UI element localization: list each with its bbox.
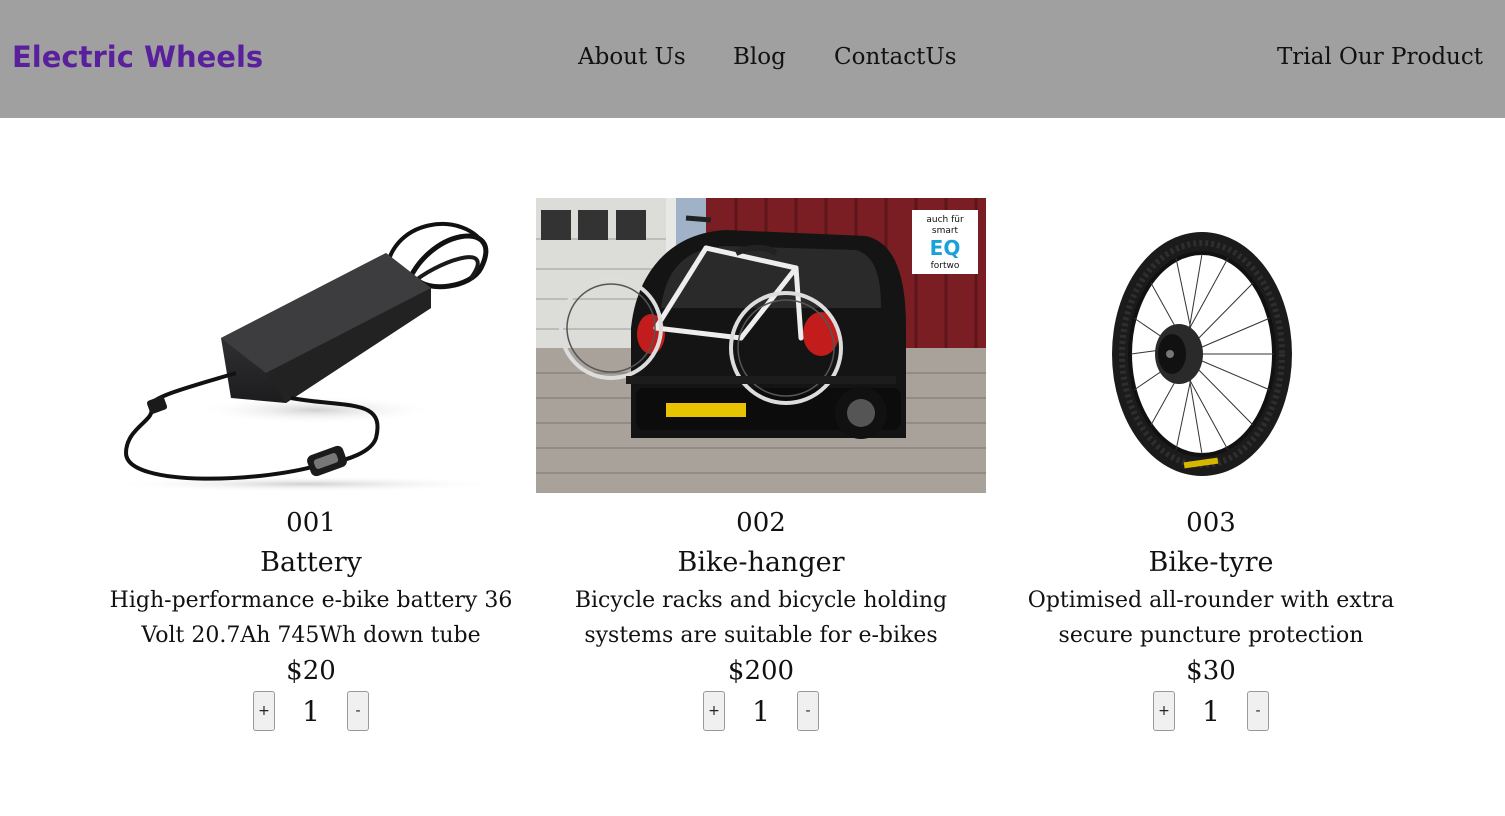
product-name: Bike-hanger	[677, 547, 845, 578]
badge-line-4: fortwo	[931, 261, 960, 271]
product-description: Bicycle racks and bicycle holding system…	[574, 588, 948, 648]
quantity-stepper: + 1 -	[86, 691, 536, 731]
quantity-stepper: + 1 -	[986, 691, 1436, 731]
nav-contact-us[interactable]: ContactUs	[834, 44, 957, 70]
increment-button[interactable]: +	[703, 691, 725, 731]
car-bike-rack-image: auch für smart EQ fortwo	[536, 198, 986, 493]
badge-line-3: EQ	[930, 236, 961, 260]
increment-button[interactable]: +	[253, 691, 275, 731]
product-description: High-performance e-bike battery 36 Volt …	[109, 588, 513, 648]
nav-about-us[interactable]: About Us	[578, 44, 686, 70]
product-name: Bike-tyre	[1148, 547, 1274, 578]
battery-image	[86, 198, 536, 493]
quantity-stepper: + 1 -	[536, 691, 986, 731]
nav-blog[interactable]: Blog	[733, 44, 786, 70]
product-price: $200	[727, 656, 795, 686]
bike-tyre-image	[986, 198, 1436, 493]
product-card-bike-hanger: auch für smart EQ fortwo 002 Bike-hanger…	[536, 198, 986, 731]
product-id: 003	[1186, 508, 1236, 538]
product-description: Optimised all-rounder with extra secure …	[1027, 588, 1395, 648]
decrement-button[interactable]: -	[347, 691, 369, 731]
ebike-charger-image	[106, 222, 506, 492]
decrement-button[interactable]: -	[797, 691, 819, 731]
quantity-value: 1	[1202, 694, 1220, 728]
top-navbar: Electric Wheels About Us Blog ContactUs …	[0, 0, 1505, 118]
product-id: 001	[286, 508, 336, 538]
badge-line-1: auch für	[926, 215, 964, 225]
brand-logo[interactable]: Electric Wheels	[12, 40, 263, 74]
nav-trial-product[interactable]: Trial Our Product	[1277, 44, 1483, 70]
product-price: $20	[286, 656, 336, 686]
product-card-battery: 001 Battery High-performance e-bike batt…	[86, 198, 536, 731]
badge-line-2: smart	[932, 226, 959, 236]
decrement-button[interactable]: -	[1247, 691, 1269, 731]
product-id: 002	[736, 508, 786, 538]
quantity-value: 1	[752, 694, 770, 728]
product-grid: 001 Battery High-performance e-bike batt…	[0, 198, 1505, 758]
quantity-value: 1	[302, 694, 320, 728]
bike-hanger-image: auch für smart EQ fortwo	[536, 198, 986, 493]
increment-button[interactable]: +	[1153, 691, 1175, 731]
product-name: Battery	[260, 547, 362, 578]
hub-motor-wheel-image	[1112, 232, 1292, 476]
product-price: $30	[1186, 656, 1236, 686]
product-card-bike-tyre: 003 Bike-tyre Optimised all-rounder with…	[986, 198, 1436, 731]
